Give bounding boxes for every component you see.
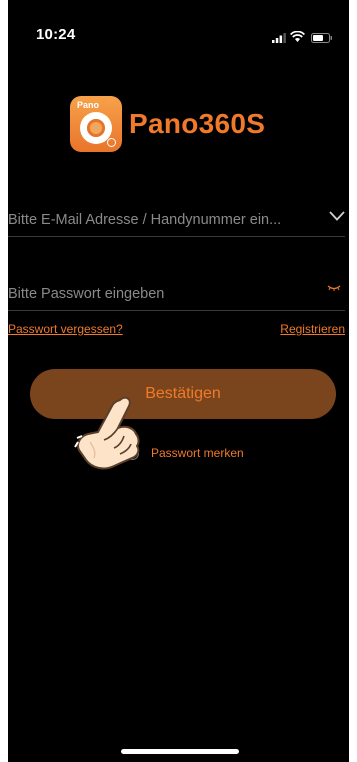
forgot-password-link[interactable]: Passwort vergessen?	[8, 322, 123, 336]
remember-label: Passwort merken	[151, 446, 244, 460]
phone-screen: 10:24 Pano Pano360S Bitte E-Mail Adresse…	[8, 0, 349, 762]
brand-header: Pano Pano360S	[70, 94, 265, 154]
pointing-hand-icon	[74, 392, 150, 477]
email-field[interactable]: Bitte E-Mail Adresse / Handynummer ein..…	[8, 196, 345, 237]
password-field[interactable]: Bitte Passwort eingeben	[8, 270, 345, 311]
password-placeholder: Bitte Passwort eingeben	[8, 286, 165, 302]
status-bar: 10:24	[8, 0, 349, 50]
signal-icon	[272, 30, 286, 48]
home-indicator[interactable]	[121, 749, 239, 754]
status-time: 10:24	[36, 26, 76, 43]
brand-name: Pano360S	[129, 108, 266, 139]
eye-closed-icon[interactable]	[327, 278, 341, 296]
register-link[interactable]: Registrieren	[280, 322, 345, 336]
battery-icon	[311, 30, 333, 48]
email-placeholder: Bitte E-Mail Adresse / Handynummer ein..…	[8, 212, 282, 228]
app-icon-label: Pano	[77, 100, 100, 110]
account-links: Passwort vergessen? Registrieren	[8, 322, 345, 342]
app-logo-icon: Pano	[70, 96, 122, 152]
chevron-down-icon[interactable]	[329, 208, 345, 226]
wifi-icon	[289, 29, 306, 47]
